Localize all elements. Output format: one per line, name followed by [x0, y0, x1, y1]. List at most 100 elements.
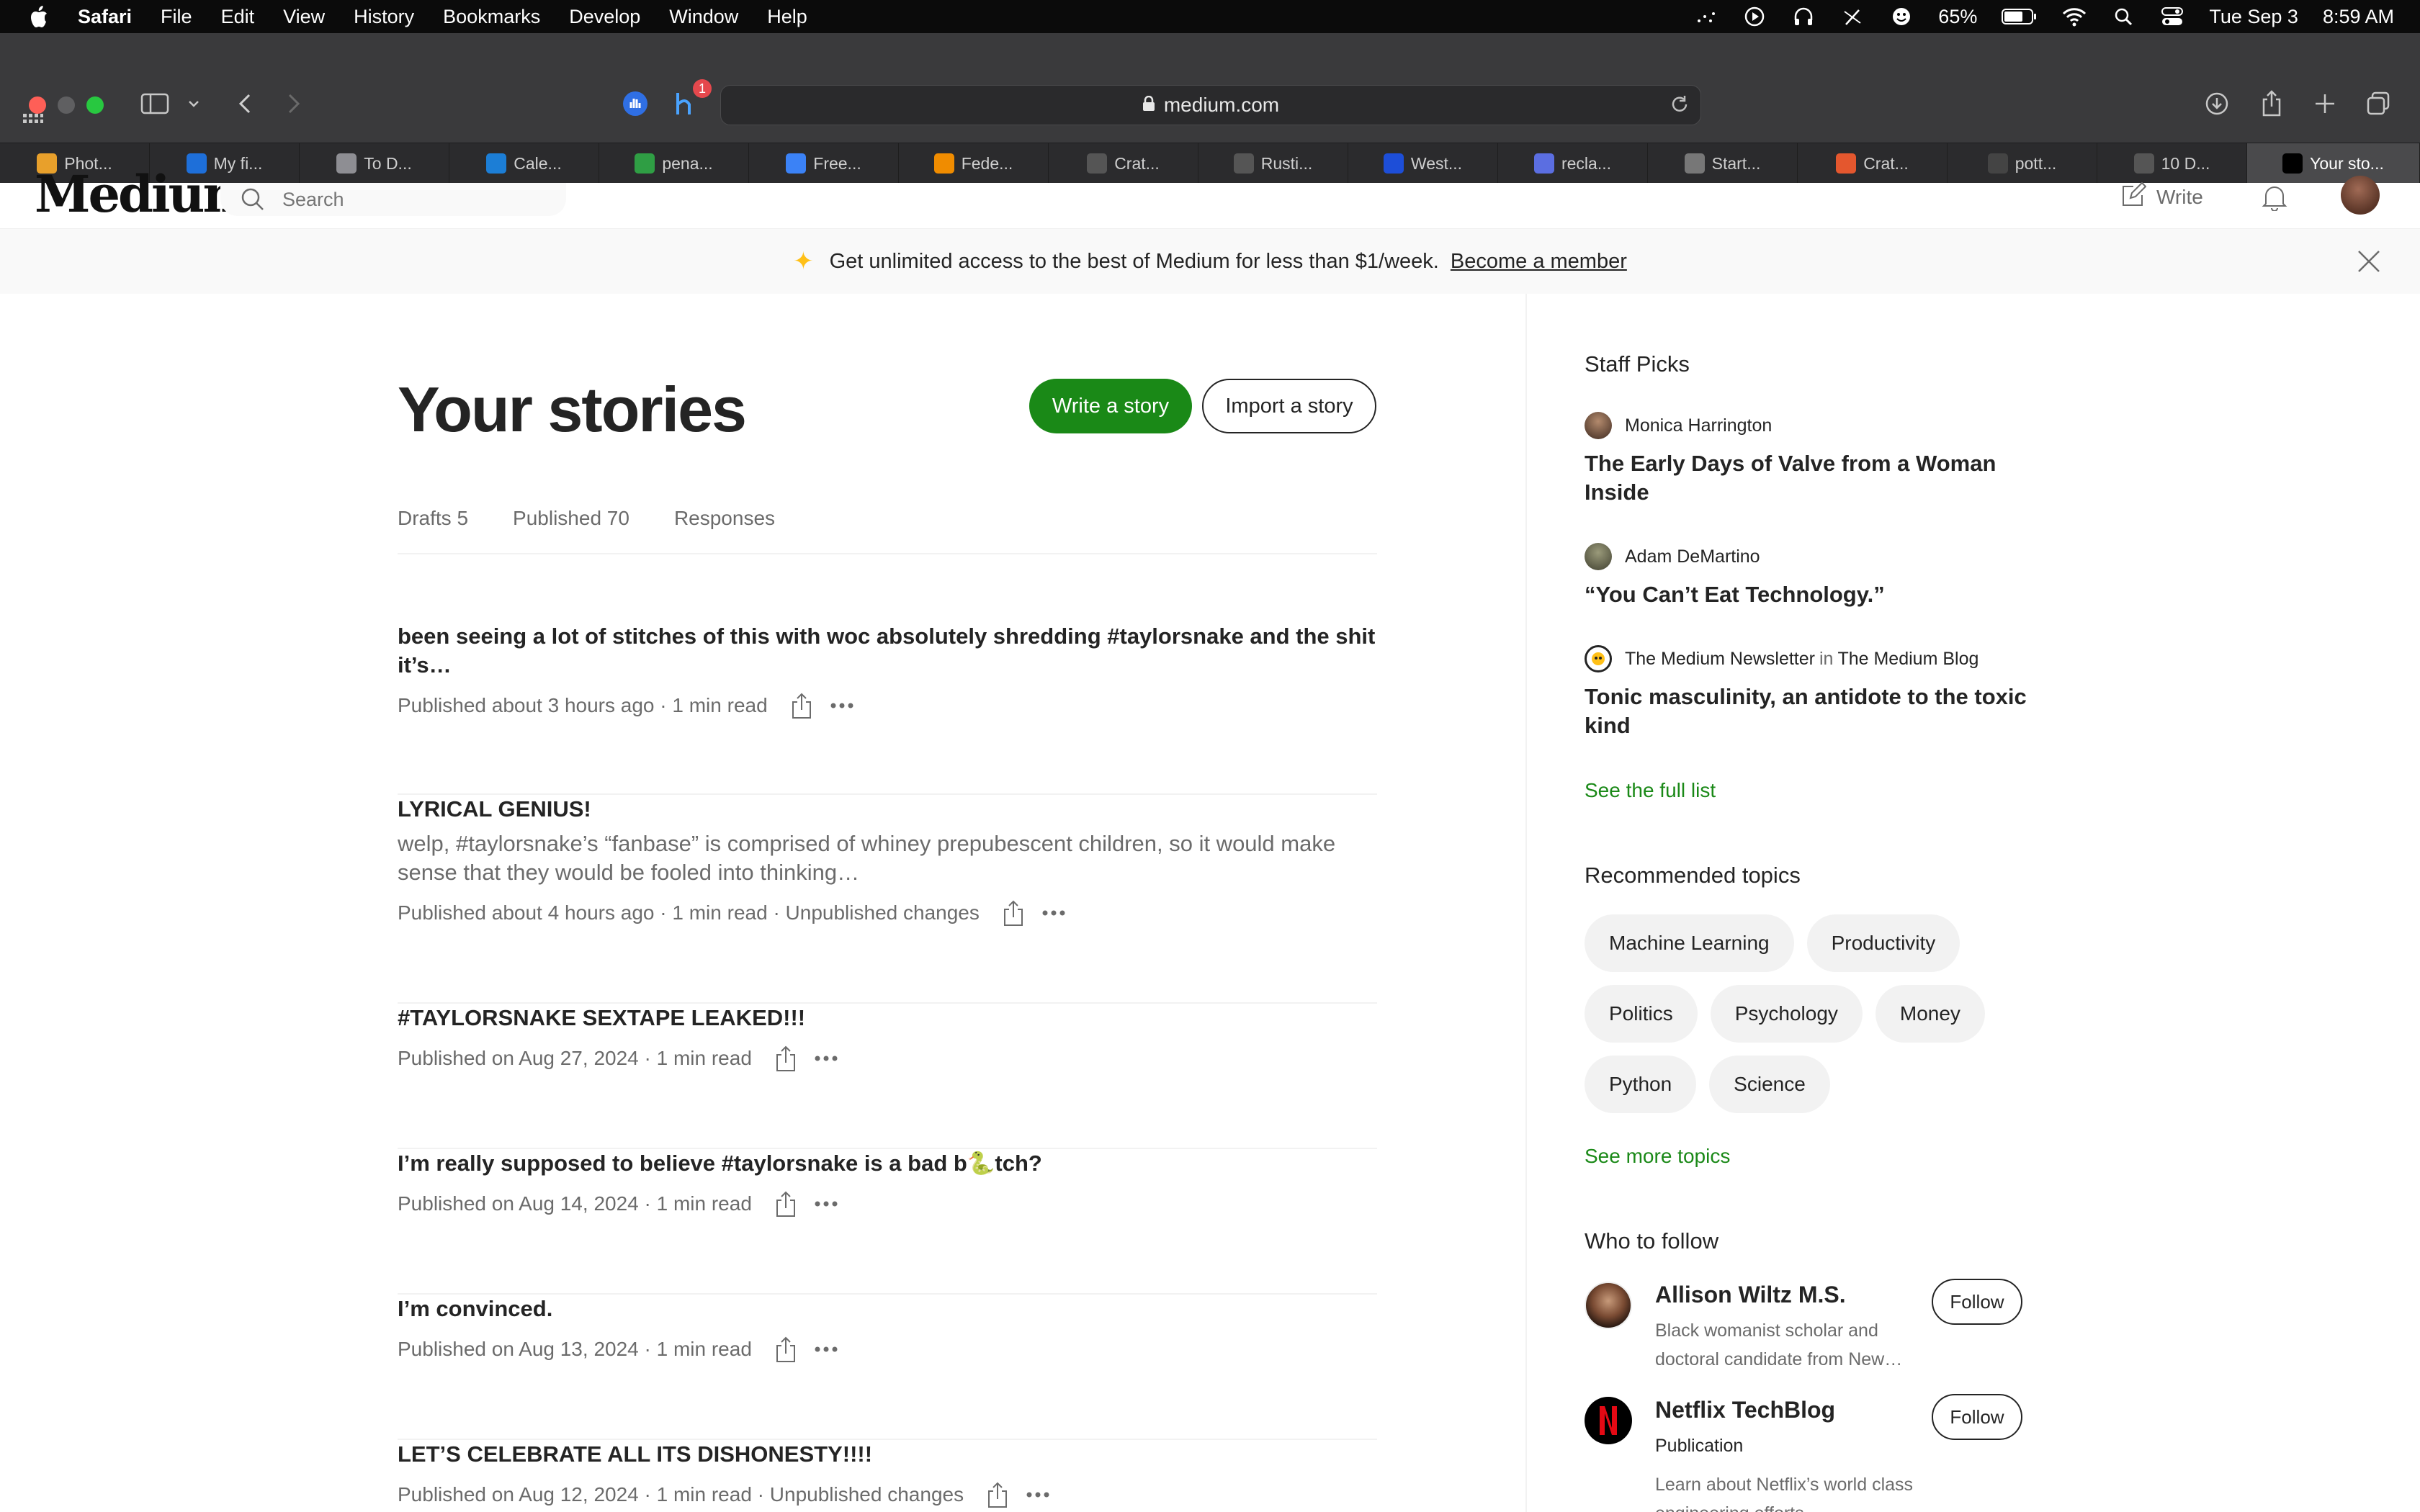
dictation-icon[interactable]	[1693, 4, 1718, 29]
spotlight-search-icon[interactable]	[2111, 4, 2136, 29]
see-more-topics-link[interactable]: See more topics	[1585, 1145, 1730, 1168]
more-options-icon[interactable]	[814, 1346, 838, 1353]
story-title[interactable]: #TAYLORSNAKE SEXTAPE LEAKED!!!	[398, 1004, 1377, 1032]
staff-pick[interactable]: The Medium Newsletter in The Medium Blog…	[1585, 645, 2031, 740]
browser-tab[interactable]: Crat...	[1798, 143, 1948, 184]
browser-tab[interactable]: Rusti...	[1198, 143, 1348, 184]
follow-name[interactable]: Netflix TechBlog	[1655, 1397, 1835, 1423]
topic-chip[interactable]: Productivity	[1806, 914, 1960, 972]
story-title[interactable]: LET’S CELEBRATE ALL ITS DISHONESTY!!!!	[398, 1440, 1377, 1469]
story-title[interactable]: been seeing a lot of stitches of this wi…	[398, 622, 1377, 680]
back-icon[interactable]	[230, 89, 259, 118]
tab-published[interactable]: Published 70	[513, 507, 629, 553]
smiley-icon[interactable]	[1889, 4, 1914, 29]
address-bar[interactable]: medium.com	[720, 85, 1701, 125]
zoom-window-button[interactable]	[86, 96, 104, 114]
browser-tab[interactable]: To D...	[300, 143, 449, 184]
battery-icon[interactable]	[2002, 4, 2038, 29]
tab-drafts[interactable]: Drafts 5	[398, 507, 468, 553]
menu-develop[interactable]: Develop	[569, 6, 640, 28]
browser-tab[interactable]: 10 D...	[2097, 143, 2247, 184]
apple-icon[interactable]	[27, 4, 53, 30]
browser-tab[interactable]: Cale...	[449, 143, 599, 184]
story-title[interactable]: I’m really supposed to believe #taylorsn…	[398, 1149, 1377, 1178]
follow-avatar[interactable]	[1585, 1282, 1632, 1329]
pen-slash-icon[interactable]	[1840, 4, 1865, 29]
menu-edit[interactable]: Edit	[221, 6, 255, 28]
headphones-icon[interactable]	[1791, 4, 1816, 29]
share-icon[interactable]	[774, 1189, 798, 1218]
minimize-window-button[interactable]	[58, 96, 75, 114]
tab-responses[interactable]: Responses	[674, 507, 775, 553]
topic-chip[interactable]: Machine Learning	[1585, 914, 1794, 972]
menu-help[interactable]: Help	[767, 6, 807, 28]
pick-title[interactable]: Tonic masculinity, an antidote to the to…	[1585, 683, 2031, 740]
more-options-icon[interactable]	[1026, 1491, 1050, 1498]
downloads-icon[interactable]	[2202, 89, 2231, 118]
topic-chip[interactable]: Money	[1875, 985, 1985, 1043]
pick-title[interactable]: The Early Days of Valve from a Woman Ins…	[1585, 449, 2031, 507]
more-options-icon[interactable]	[814, 1200, 838, 1207]
publication-name[interactable]: The Medium Blog	[1837, 649, 1978, 670]
share-icon[interactable]	[2257, 88, 2286, 118]
topic-chip[interactable]: Science	[1709, 1056, 1830, 1113]
staff-pick[interactable]: Monica Harrington The Early Days of Valv…	[1585, 412, 2031, 507]
author-name[interactable]: The Medium Newsletter	[1625, 649, 1815, 670]
browser-tab[interactable]: Your sto...	[2247, 143, 2420, 184]
reload-icon[interactable]	[1669, 94, 1690, 116]
menu-view[interactable]: View	[283, 6, 325, 28]
more-options-icon[interactable]	[1041, 909, 1066, 917]
notifications-bell-icon[interactable]	[2262, 183, 2287, 212]
browser-tab[interactable]: Crat...	[1049, 143, 1198, 184]
author-name[interactable]: Monica Harrington	[1625, 415, 1772, 436]
follow-button[interactable]: Follow	[1932, 1279, 2022, 1325]
new-tab-icon[interactable]	[2311, 89, 2339, 118]
more-options-icon[interactable]	[814, 1055, 838, 1062]
share-icon[interactable]	[789, 691, 814, 720]
sidebar-icon[interactable]	[137, 89, 173, 118]
forward-icon[interactable]	[279, 89, 308, 118]
story-excerpt[interactable]: welp, #taylorsnake’s “fanbase” is compri…	[398, 829, 1377, 887]
follow-name[interactable]: Allison Wiltz M.S.	[1655, 1282, 1846, 1308]
browser-tab[interactable]: Start...	[1648, 143, 1798, 184]
user-avatar[interactable]	[2341, 176, 2380, 215]
become-member-link[interactable]: Become a member	[1451, 250, 1627, 274]
share-icon[interactable]	[774, 1044, 798, 1073]
share-icon[interactable]	[1001, 899, 1026, 927]
browser-tab[interactable]: Fede...	[899, 143, 1049, 184]
search-input[interactable]: Search	[220, 183, 566, 216]
tab-overview-icon[interactable]	[2364, 89, 2393, 118]
write-button[interactable]: Write	[2120, 181, 2203, 212]
play-icon[interactable]	[1742, 4, 1767, 29]
staff-pick[interactable]: Adam DeMartino “You Can’t Eat Technology…	[1585, 543, 2031, 609]
share-icon[interactable]	[985, 1480, 1010, 1509]
control-center-icon[interactable]	[2160, 4, 2184, 29]
topic-chip[interactable]: Psychology	[1710, 985, 1863, 1043]
write-story-button[interactable]: Write a story	[1029, 379, 1192, 433]
more-options-icon[interactable]	[830, 702, 854, 709]
wifi-icon[interactable]	[2062, 4, 2087, 29]
story-title[interactable]: I’m convinced.	[398, 1295, 1377, 1323]
follow-button[interactable]: Follow	[1932, 1394, 2022, 1440]
topic-chip[interactable]: Python	[1585, 1056, 1697, 1113]
share-icon[interactable]	[774, 1335, 798, 1364]
menu-file[interactable]: File	[161, 6, 192, 28]
browser-tab[interactable]: West...	[1348, 143, 1498, 184]
apps-grid-icon[interactable]	[20, 108, 46, 134]
browser-tab[interactable]: pena...	[599, 143, 749, 184]
pick-title[interactable]: “You Can’t Eat Technology.”	[1585, 580, 2031, 609]
topic-chip[interactable]: Politics	[1585, 985, 1698, 1043]
browser-tab[interactable]: Free...	[749, 143, 899, 184]
close-icon[interactable]	[2357, 249, 2381, 279]
privacy-hand-icon[interactable]	[621, 89, 650, 118]
menu-history[interactable]: History	[354, 6, 414, 28]
author-name[interactable]: Adam DeMartino	[1625, 546, 1760, 567]
menu-bookmarks[interactable]: Bookmarks	[443, 6, 540, 28]
see-full-list-link[interactable]: See the full list	[1585, 779, 1716, 802]
chevron-down-icon[interactable]	[184, 89, 203, 118]
browser-tab[interactable]: pott...	[1948, 143, 2097, 184]
menu-app-safari[interactable]: Safari	[78, 6, 132, 28]
netflix-logo[interactable]	[1585, 1397, 1632, 1444]
menu-window[interactable]: Window	[669, 6, 738, 28]
import-story-button[interactable]: Import a story	[1202, 379, 1376, 433]
